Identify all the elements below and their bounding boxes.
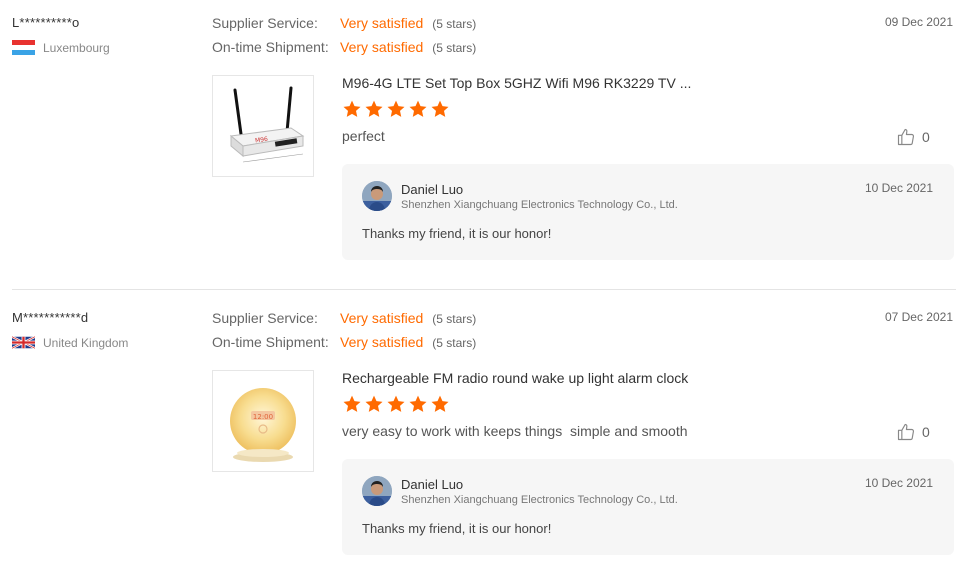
luxembourg-flag-icon: [12, 40, 35, 55]
star-icon: [387, 395, 405, 412]
country-label: United Kingdom: [43, 335, 129, 350]
review-comment: perfect: [342, 128, 385, 144]
reply-author-name: Daniel Luo: [401, 477, 464, 492]
wake-up-light-image: 12:00: [230, 388, 296, 462]
tv-box-image: M96: [229, 86, 305, 163]
review-item: L**********o Luxembourg Supplier Service…: [0, 0, 974, 290]
review-item: M***********d United Kingdom Supplier Se…: [0, 295, 974, 585]
review-date: 07 Dec 2021: [884, 310, 953, 324]
buyer-country: United Kingdom: [12, 335, 128, 350]
shipment-value: Very satisfied: [340, 39, 424, 55]
like-button[interactable]: 0: [896, 127, 930, 147]
star-rating: [342, 394, 450, 414]
review-date: 09 Dec 2021: [884, 15, 953, 29]
review-comment: very easy to work with keeps things simp…: [342, 423, 688, 439]
shipment-value: Very satisfied: [340, 334, 424, 350]
reply-text: Thanks my friend, it is our honor!: [362, 521, 552, 536]
buyer-name: L**********o: [12, 15, 80, 30]
like-button[interactable]: 0: [896, 422, 930, 442]
review-divider: [12, 289, 956, 290]
reply-date: 10 Dec 2021: [864, 476, 933, 490]
supplier-reply: Daniel Luo Shenzhen Xiangchuang Electron…: [342, 164, 954, 260]
star-icon: [343, 100, 361, 117]
shipment-stars: (5 stars): [432, 336, 477, 350]
buyer-name: M***********d: [12, 310, 89, 325]
like-count: 0: [922, 129, 930, 145]
thumbs-up-icon: [897, 423, 915, 441]
shipment-label: On-time Shipment:: [212, 39, 329, 55]
avatar: [362, 181, 392, 211]
supplier-service-value: Very satisfied: [340, 310, 424, 326]
star-icon: [365, 395, 383, 412]
star-icon: [343, 395, 361, 412]
supplier-service-stars: (5 stars): [432, 312, 477, 326]
star-rating: [342, 99, 450, 119]
reply-company: Shenzhen Xiangchuang Electronics Technol…: [401, 199, 678, 211]
supplier-service-stars: (5 stars): [432, 17, 477, 31]
star-icon: [409, 100, 427, 117]
reply-company: Shenzhen Xiangchuang Electronics Technol…: [401, 494, 678, 506]
product-thumbnail[interactable]: 12:00: [212, 370, 314, 472]
thumbs-up-icon: [897, 128, 915, 146]
svg-text:12:00: 12:00: [253, 413, 273, 421]
shipment-label: On-time Shipment:: [212, 334, 329, 350]
like-count: 0: [922, 424, 930, 440]
supplier-service-value: Very satisfied: [340, 15, 424, 31]
supplier-service-rating: Supplier Service: Very satisfied (5 star…: [212, 15, 476, 31]
star-icon: [431, 395, 449, 412]
shipment-rating: On-time Shipment: Very satisfied (5 star…: [212, 334, 476, 350]
product-title-link[interactable]: Rechargeable FM radio round wake up ligh…: [342, 370, 688, 386]
star-icon: [365, 100, 383, 117]
country-label: Luxembourg: [43, 40, 110, 55]
shipment-stars: (5 stars): [432, 41, 477, 55]
supplier-service-rating: Supplier Service: Very satisfied (5 star…: [212, 310, 476, 326]
reply-date: 10 Dec 2021: [864, 181, 933, 195]
reply-author-name: Daniel Luo: [401, 182, 464, 197]
reply-text: Thanks my friend, it is our honor!: [362, 226, 552, 241]
buyer-country: Luxembourg: [12, 40, 110, 55]
product-thumbnail[interactable]: M96: [212, 75, 314, 177]
supplier-service-label: Supplier Service:: [212, 310, 318, 326]
shipment-rating: On-time Shipment: Very satisfied (5 star…: [212, 39, 476, 55]
product-title-link[interactable]: M96-4G LTE Set Top Box 5GHZ Wifi M96 RK3…: [342, 75, 691, 91]
supplier-service-label: Supplier Service:: [212, 15, 318, 31]
avatar: [362, 476, 392, 506]
star-icon: [431, 100, 449, 117]
supplier-reply: Daniel Luo Shenzhen Xiangchuang Electron…: [342, 459, 954, 555]
uk-flag-icon: [12, 335, 35, 350]
star-icon: [387, 100, 405, 117]
star-icon: [409, 395, 427, 412]
